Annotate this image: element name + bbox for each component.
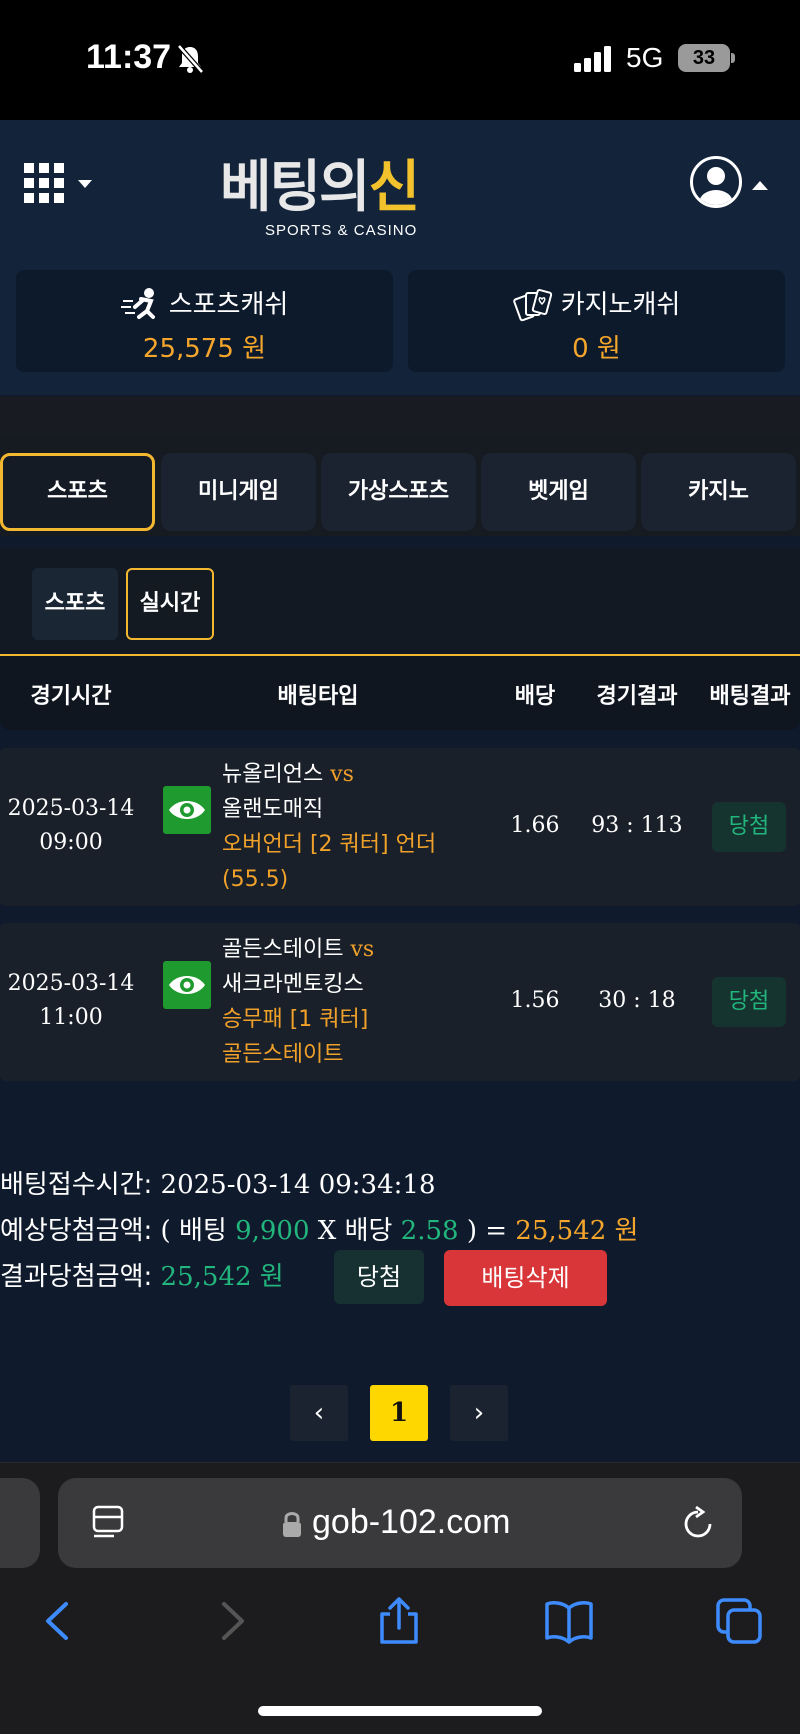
- header-game-time: 경기시간: [30, 684, 112, 709]
- result-win-line: 결과당첨금액: 25,542 원: [0, 1262, 284, 1292]
- forward-icon[interactable]: [206, 1596, 256, 1646]
- network-type: 5G: [626, 42, 664, 73]
- row-odds: 1.56: [510, 988, 560, 1013]
- battery-icon: 33: [678, 44, 730, 72]
- user-avatar-icon[interactable]: [690, 156, 742, 208]
- bell-slash-icon: [177, 44, 204, 74]
- tab-casino[interactable]: 카지노: [641, 453, 796, 531]
- status-time: 11:37: [86, 38, 172, 76]
- row-odds: 1.66: [510, 813, 560, 838]
- header-bet-type: 배팅타입: [277, 684, 359, 709]
- match-info: 골든스테이트 vs 새크라멘토킹스 승무패 [1 쿼터] 골든스테이트: [222, 937, 375, 1067]
- cards-icon: [512, 288, 552, 321]
- back-icon[interactable]: [34, 1596, 84, 1646]
- signal-icon: [574, 46, 611, 72]
- reader-icon[interactable]: [92, 1505, 126, 1541]
- tab-betgame[interactable]: 벳게임: [481, 453, 636, 531]
- tab-sports[interactable]: 스포츠: [0, 453, 155, 531]
- subtab-live[interactable]: 실시간: [126, 568, 214, 640]
- eye-icon[interactable]: [163, 786, 211, 834]
- header-game-result: 경기결과: [596, 684, 678, 709]
- caret-up-icon[interactable]: [752, 181, 768, 190]
- logo-subtitle: SPORTS & CASINO: [265, 222, 418, 239]
- match-info: 뉴올리언스 vs 올랜도매직 오버언더 [2 쿼터] 언더 (55.5): [222, 762, 437, 892]
- win-button[interactable]: 당첨: [334, 1250, 424, 1304]
- result-badge: 당첨: [712, 977, 786, 1027]
- sports-cash-label: 스포츠캐쉬: [16, 284, 393, 325]
- header-bet-result: 배팅결과: [709, 684, 791, 709]
- battery-tip: [731, 53, 735, 63]
- row-score: 30 : 18: [598, 988, 676, 1013]
- home-indicator: [258, 1706, 542, 1716]
- tab-virtual-sports[interactable]: 가상스포츠: [321, 453, 476, 531]
- casino-cash-value: 0 원: [572, 334, 621, 364]
- row-score: 93 : 113: [591, 813, 683, 838]
- running-icon: [120, 287, 155, 319]
- prev-page-button[interactable]: ‹: [290, 1385, 348, 1441]
- grid-menu-icon[interactable]: [24, 163, 64, 203]
- subtab-sports[interactable]: 스포츠: [32, 568, 118, 640]
- site-logo[interactable]: 베팅의신: [220, 142, 420, 223]
- header-odds: 배당: [514, 684, 556, 709]
- url-text[interactable]: gob-102.com: [312, 1503, 510, 1542]
- delete-bet-button[interactable]: 배팅삭제: [444, 1250, 607, 1306]
- sports-cash-value: 25,575 원: [142, 334, 267, 364]
- tabs-icon[interactable]: [714, 1596, 764, 1646]
- casino-cash-panel[interactable]: 카지노캐쉬 0 원: [408, 270, 785, 372]
- bookmarks-icon[interactable]: [544, 1596, 594, 1646]
- previous-tab-peek[interactable]: [0, 1478, 40, 1568]
- next-page-button[interactable]: ›: [450, 1385, 508, 1441]
- eye-icon[interactable]: [163, 961, 211, 1009]
- row-datetime: 2025-03-14 11:00: [7, 971, 135, 1030]
- lock-icon: [283, 1512, 301, 1537]
- sports-cash-panel[interactable]: 스포츠캐쉬 25,575 원: [16, 270, 393, 372]
- page-1-button[interactable]: 1: [370, 1385, 428, 1441]
- expected-win-line: 예상당첨금액: ( 배팅 9,900 X 배당 2.58 ) = 25,542 …: [0, 1216, 639, 1246]
- tab-minigame[interactable]: 미니게임: [161, 453, 316, 531]
- casino-cash-label: 카지노캐쉬: [408, 284, 785, 325]
- row-datetime: 2025-03-14 09:00: [7, 796, 135, 855]
- share-icon[interactable]: [374, 1596, 424, 1646]
- reload-icon[interactable]: [680, 1506, 716, 1542]
- result-badge: 당첨: [712, 802, 786, 852]
- bet-time-line: 배팅접수시간: 2025-03-14 09:34:18: [0, 1170, 436, 1200]
- caret-down-icon[interactable]: [78, 180, 92, 188]
- section-divider: [0, 396, 800, 436]
- subtabs-bar: [0, 548, 800, 654]
